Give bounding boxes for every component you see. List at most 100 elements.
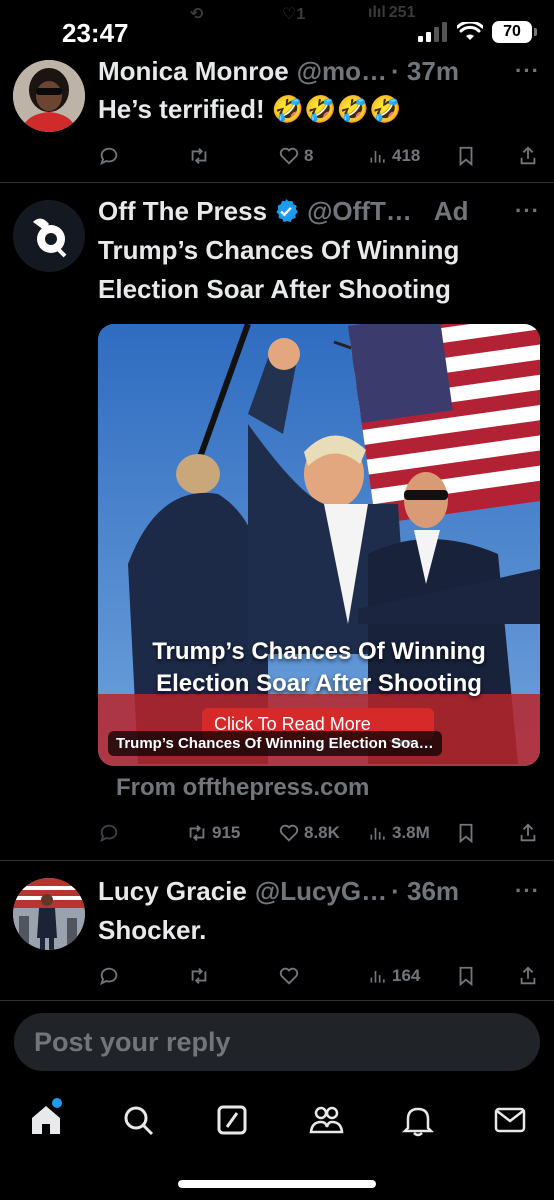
share-button[interactable]: [518, 143, 538, 169]
heart-icon: [279, 967, 299, 985]
bookmark-button[interactable]: [456, 820, 476, 846]
communities-icon: [309, 1106, 344, 1134]
reply-input[interactable]: [32, 1025, 516, 1059]
card-headline: Trump’s Chances Of Winning Election Soar…: [152, 638, 486, 697]
tweet-header: Off The Press @OffT… Ad: [98, 194, 540, 228]
signal-icon: [418, 22, 447, 42]
reply-icon: [100, 147, 118, 166]
action-bar: 915 8.8K 3.8M: [98, 820, 538, 846]
author-handle[interactable]: @mo…: [297, 56, 387, 87]
reply-icon: [100, 967, 118, 986]
status-bar: ⟲ ♡1 ılıl 251 23:47 70: [0, 0, 554, 60]
views-icon: [370, 151, 385, 163]
battery-indicator: 70: [492, 21, 537, 43]
reply-icon: [100, 824, 118, 843]
heart-icon: [279, 824, 299, 842]
bookmark-icon: [459, 966, 473, 987]
retweet-button[interactable]: [188, 143, 210, 169]
reply-button[interactable]: [98, 143, 120, 169]
action-bar: 8 418: [98, 143, 538, 169]
author-name[interactable]: Monica Monroe: [98, 56, 289, 87]
bookmark-button[interactable]: [456, 963, 476, 989]
divider: [0, 860, 554, 861]
views-button[interactable]: 164: [368, 963, 420, 989]
author-handle[interactable]: @OffT…: [307, 196, 412, 227]
retweet-button[interactable]: 915: [186, 820, 240, 846]
author-name[interactable]: Off The Press: [98, 196, 267, 227]
more-options-icon[interactable]: ···: [515, 878, 540, 904]
avatar[interactable]: [13, 200, 85, 272]
action-bar: 164: [98, 963, 538, 989]
share-button[interactable]: [518, 963, 538, 989]
search-icon: [124, 1106, 154, 1136]
card-caption: Trump’s Chances Of Winning Election Soa…: [108, 731, 442, 756]
twitter-thread-screen: ⟲ ♡1 ılıl 251 23:47 70 Monica Monroe @mo…: [0, 0, 554, 1200]
bookmark-icon: [459, 823, 473, 844]
views-button[interactable]: 418: [368, 143, 420, 169]
avatar-image: [13, 878, 85, 950]
like-icon-faded: ♡1: [282, 6, 306, 23]
views-button[interactable]: 3.8M: [368, 820, 430, 846]
share-icon: [520, 966, 536, 985]
nav-messages[interactable]: [490, 1100, 530, 1140]
retweet-icon-faded: ⟲: [190, 6, 204, 23]
author-handle[interactable]: @LucyG…: [255, 876, 387, 907]
view-count: 418: [392, 146, 421, 165]
like-count: 8: [304, 146, 314, 165]
wifi-icon: [457, 22, 483, 40]
bookmark-icon: [459, 146, 473, 167]
retweet-button[interactable]: [188, 963, 210, 989]
divider: [0, 182, 554, 183]
avatar-image: [13, 60, 85, 132]
retweet-icon: [191, 148, 207, 164]
views-icon-faded: ılıl 251: [368, 4, 416, 21]
heart-icon: [279, 147, 299, 165]
reply-button[interactable]: [98, 820, 120, 846]
timestamp: · 36m: [391, 875, 460, 906]
grok-icon: [217, 1105, 247, 1135]
tweet-text: Shocker.: [98, 915, 207, 945]
like-button[interactable]: 8: [278, 143, 313, 169]
author-name[interactable]: Lucy Gracie: [98, 876, 247, 907]
bottom-nav: [0, 1090, 554, 1150]
verified-badge-icon: [276, 199, 298, 223]
tweet-text: Trump’s Chances Of Winning Election Soar…: [98, 235, 460, 304]
home-indicator: [178, 1180, 376, 1188]
home-unread-dot: [52, 1098, 62, 1108]
bell-icon: [401, 1107, 435, 1137]
tweet-header: Lucy Gracie @LucyG… · 36m: [98, 874, 540, 908]
reply-button[interactable]: [98, 963, 120, 989]
more-options-icon[interactable]: ···: [515, 58, 540, 84]
reply-composer[interactable]: [14, 1013, 540, 1071]
card-source-link[interactable]: From offthepress.com: [116, 774, 369, 802]
retweet-count: 915: [212, 823, 241, 842]
more-options-icon[interactable]: ···: [515, 198, 540, 224]
divider: [0, 1000, 554, 1001]
share-icon: [520, 823, 536, 842]
avatar[interactable]: [13, 60, 85, 132]
nav-notifications[interactable]: [398, 1100, 438, 1140]
retweet-icon: [189, 825, 205, 841]
share-button[interactable]: [518, 820, 538, 846]
like-button[interactable]: 8.8K: [278, 820, 340, 846]
nav-grok[interactable]: [212, 1100, 252, 1140]
mail-icon: [494, 1107, 526, 1133]
view-count: 3.8M: [392, 823, 430, 842]
views-icon: [370, 828, 385, 840]
retweet-icon: [191, 968, 207, 984]
like-button[interactable]: [278, 963, 300, 989]
avatar[interactable]: [13, 878, 85, 950]
clock: 23:47: [62, 18, 129, 48]
tweet-header: Monica Monroe @mo… · 37m: [98, 54, 540, 88]
nav-search[interactable]: [118, 1100, 158, 1140]
tweet-text: He’s terrified! 🤣🤣🤣🤣: [98, 94, 402, 124]
views-icon: [370, 971, 385, 983]
link-card[interactable]: Trump’s Chances Of Winning Election Soar…: [98, 324, 540, 766]
nav-communities[interactable]: [306, 1100, 346, 1140]
timestamp: · 37m: [391, 55, 459, 86]
off-the-press-logo: [13, 200, 85, 272]
ad-label: Ad: [433, 195, 469, 226]
like-count: 8.8K: [304, 823, 340, 842]
view-count: 164: [392, 966, 421, 985]
bookmark-button[interactable]: [456, 143, 476, 169]
